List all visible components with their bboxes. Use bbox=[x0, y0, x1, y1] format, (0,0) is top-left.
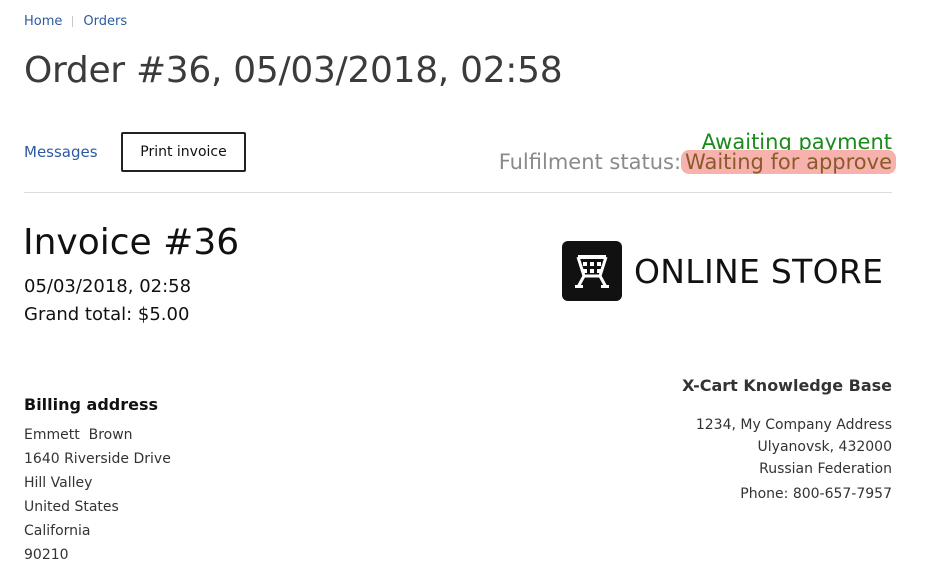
billing-address: Emmett Brown 1640 Riverside Drive Hill V… bbox=[24, 423, 171, 564]
breadcrumb: Home Orders bbox=[24, 14, 127, 29]
billing-address-line: Emmett Brown bbox=[24, 427, 133, 443]
messages-link[interactable]: Messages bbox=[24, 143, 98, 161]
fulfilment-status-label: Fulfilment status: bbox=[498, 150, 682, 174]
page-title: Order #36, 05/03/2018, 02:58 bbox=[24, 50, 563, 91]
breadcrumb-separator bbox=[72, 16, 74, 27]
invoice-title: Invoice #36 bbox=[23, 222, 240, 263]
cart-logo-icon bbox=[562, 241, 622, 301]
company-name: X-Cart Knowledge Base bbox=[682, 376, 892, 395]
fulfilment-status: Fulfilment status: Waiting for approve bbox=[499, 150, 896, 174]
billing-address-line: Hill Valley bbox=[24, 475, 93, 491]
order-page: Home Orders Order #36, 05/03/2018, 02:58… bbox=[0, 0, 930, 564]
store-logo: ONLINE STORE bbox=[562, 241, 883, 301]
fulfilment-status-value[interactable]: Waiting for approve bbox=[681, 150, 896, 174]
company-address-line: Ulyanovsk, 432000 bbox=[757, 439, 892, 455]
billing-address-line: California bbox=[24, 523, 91, 539]
print-invoice-button[interactable]: Print invoice bbox=[121, 132, 246, 172]
divider bbox=[24, 192, 892, 193]
store-name: ONLINE STORE bbox=[634, 251, 884, 291]
billing-address-line: 90210 bbox=[24, 547, 69, 563]
company-address-line: Russian Federation bbox=[759, 461, 892, 477]
company-address-line: 1234, My Company Address bbox=[695, 417, 892, 433]
company-phone: Phone: 800-657-7957 bbox=[740, 486, 892, 502]
grand-total: Grand total: $5.00 bbox=[24, 304, 190, 325]
company-address: 1234, My Company Address Ulyanovsk, 4320… bbox=[696, 414, 892, 505]
billing-address-title: Billing address bbox=[24, 395, 159, 414]
billing-address-line: 1640 Riverside Drive bbox=[24, 451, 171, 467]
breadcrumb-orders-link[interactable]: Orders bbox=[83, 14, 127, 29]
billing-address-line: United States bbox=[24, 499, 119, 515]
breadcrumb-home-link[interactable]: Home bbox=[24, 14, 62, 29]
invoice-date: 05/03/2018, 02:58 bbox=[24, 276, 192, 297]
